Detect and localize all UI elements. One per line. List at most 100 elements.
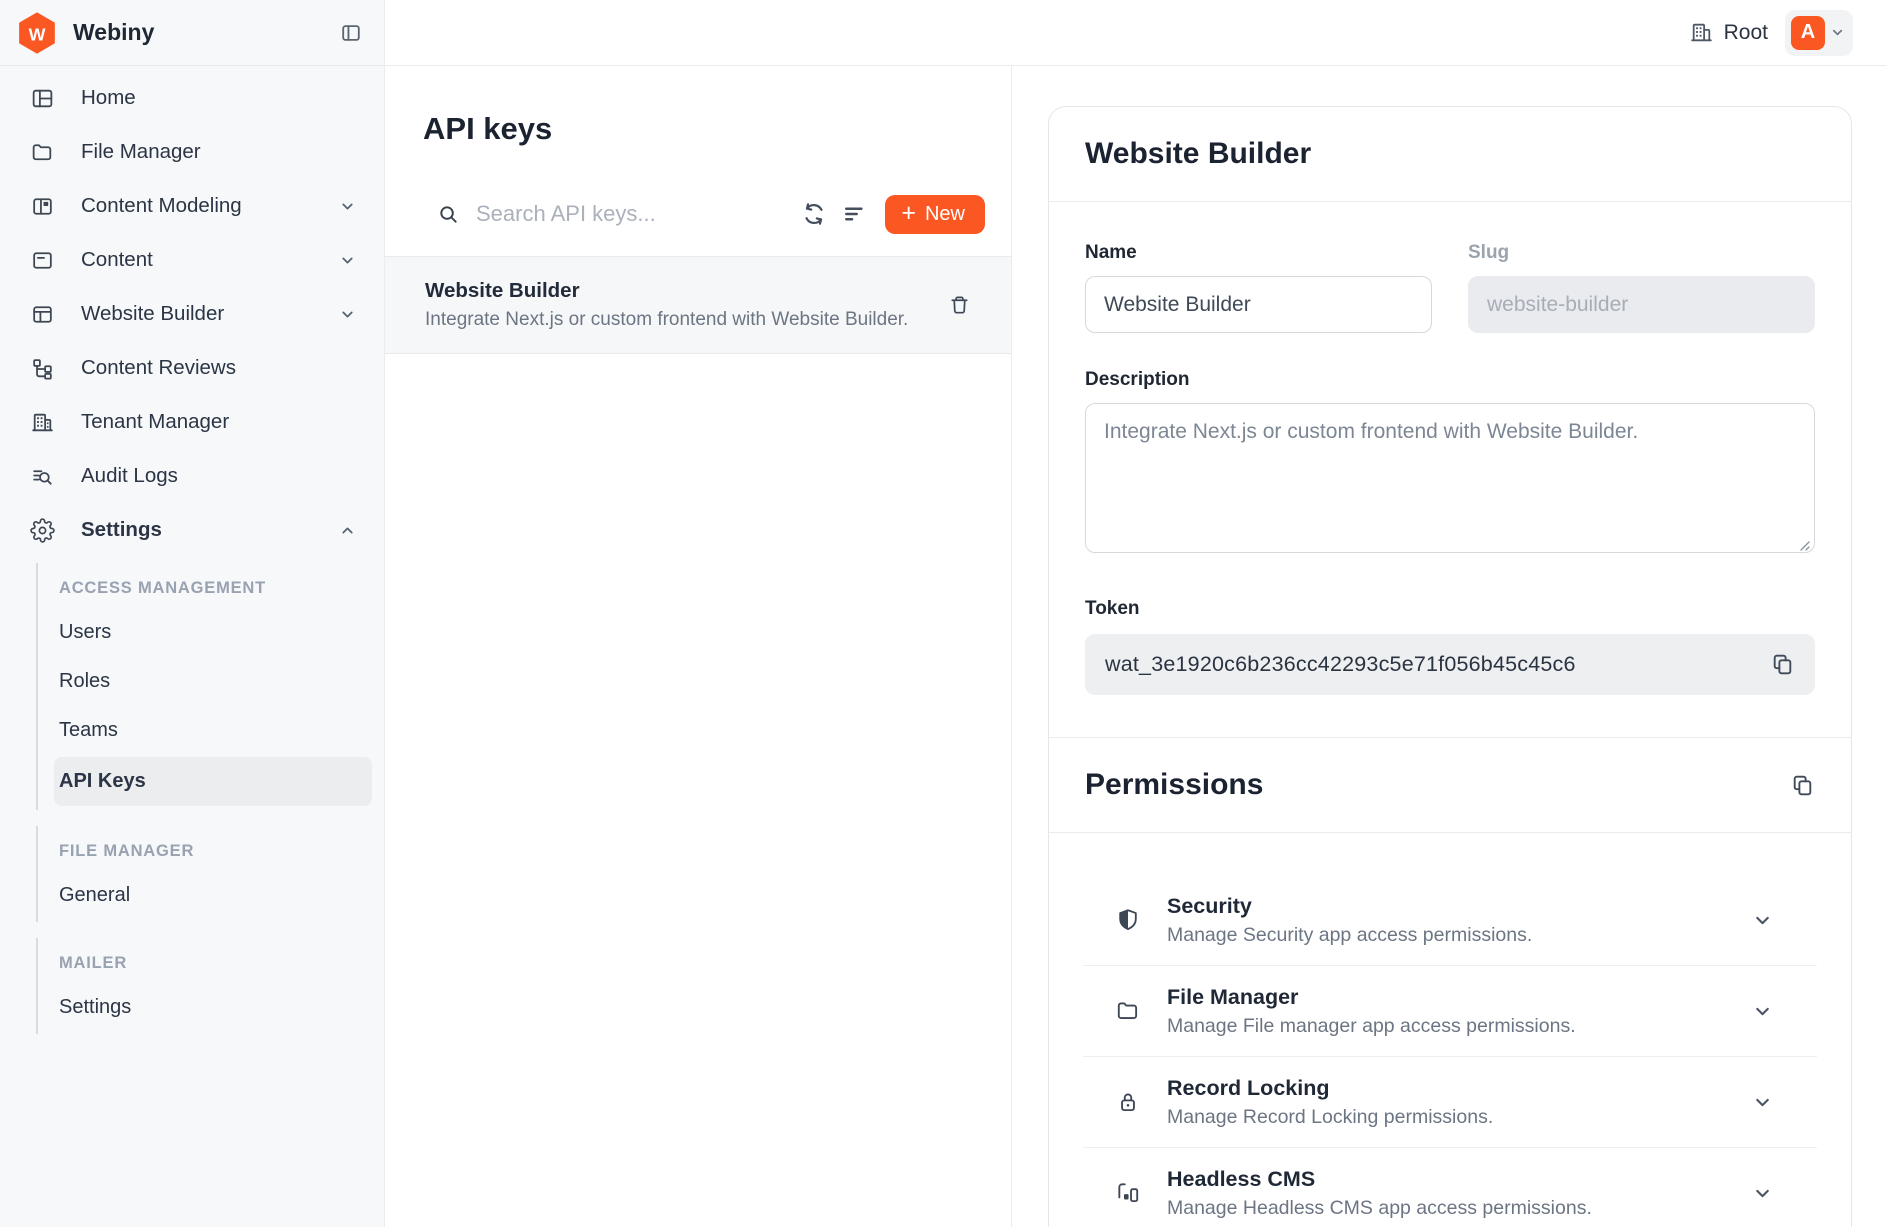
plus-icon: + <box>901 201 916 226</box>
sidebar-item-label: Home <box>81 86 356 110</box>
copy-token-icon[interactable] <box>1770 652 1795 677</box>
name-label: Name <box>1085 242 1432 264</box>
sidebar-item-settings[interactable]: Settings <box>0 503 384 557</box>
section-label: FILE MANAGER <box>38 828 384 871</box>
delete-icon[interactable] <box>948 294 971 317</box>
chevron-down-icon[interactable] <box>1752 1001 1773 1022</box>
permission-text: Security Manage Security app access perm… <box>1167 893 1752 947</box>
svg-text:W: W <box>29 24 46 44</box>
description-field[interactable]: Integrate Next.js or custom frontend wit… <box>1085 403 1815 553</box>
slug-field <box>1468 276 1815 333</box>
permission-row-security[interactable]: Security Manage Security app access perm… <box>1083 875 1817 966</box>
sidebar-item-home[interactable]: Home <box>0 71 384 125</box>
list-item[interactable]: Website Builder Integrate Next.js or cus… <box>385 257 1011 354</box>
sidebar-item-content-modeling[interactable]: Content Modeling <box>0 179 384 233</box>
chevron-down-icon[interactable] <box>1752 1183 1773 1204</box>
permissions-list: Security Manage Security app access perm… <box>1049 833 1851 1227</box>
sidebar: W Webiny Home File Manager <box>0 0 385 1227</box>
user-menu[interactable]: A <box>1785 10 1853 56</box>
description-label: Description <box>1085 369 1815 391</box>
webiny-logo-icon: W <box>16 12 58 54</box>
content-icon <box>30 248 55 273</box>
permission-row-headless-cms[interactable]: Headless CMS Manage Headless CMS app acc… <box>1083 1148 1817 1227</box>
sidebar-item-label: Settings <box>81 518 339 542</box>
sort-icon[interactable] <box>841 200 869 228</box>
home-icon <box>30 86 55 111</box>
sidebar-item-label: Content <box>81 248 339 272</box>
permission-row-record-locking[interactable]: Record Locking Manage Record Locking per… <box>1083 1057 1817 1148</box>
sidebar-collapse-icon[interactable] <box>340 22 362 44</box>
token-value: wat_3e1920c6b236cc42293c5e71f056b45c45c6 <box>1105 652 1770 677</box>
sidebar-item-audit-logs[interactable]: Audit Logs <box>0 449 384 503</box>
sidebar-item-general[interactable]: General <box>38 871 384 920</box>
sidebar-item-mailer-settings[interactable]: Settings <box>38 983 384 1032</box>
api-key-card: Website Builder Name Slug <box>1048 106 1852 1227</box>
permission-description: Manage Record Locking permissions. <box>1167 1105 1752 1129</box>
new-api-key-button[interactable]: + New <box>885 195 985 234</box>
table-icon <box>30 302 55 327</box>
chevron-down-icon[interactable] <box>1752 1092 1773 1113</box>
permission-name: Record Locking <box>1167 1075 1752 1101</box>
sidebar-item-tenant-manager[interactable]: Tenant Manager <box>0 395 384 449</box>
sidebar-item-label: Website Builder <box>81 302 339 326</box>
permission-text: File Manager Manage File manager app acc… <box>1167 984 1752 1038</box>
list-item-text: Website Builder Integrate Next.js or cus… <box>425 278 930 332</box>
sidebar-nav: Home File Manager Content Modeling <box>0 66 384 557</box>
sidebar-item-label: Tenant Manager <box>81 410 356 434</box>
refresh-icon[interactable] <box>800 200 828 228</box>
chevron-down-icon <box>339 252 356 269</box>
sidebar-item-teams[interactable]: Teams <box>38 706 384 755</box>
chevron-down-icon[interactable] <box>1752 910 1773 931</box>
sidebar-item-website-builder[interactable]: Website Builder <box>0 287 384 341</box>
avatar: A <box>1791 16 1825 50</box>
permission-name: File Manager <box>1167 984 1752 1010</box>
sidebar-item-content[interactable]: Content <box>0 233 384 287</box>
sidebar-header: W Webiny <box>0 0 384 66</box>
submenu-section-access-management: ACCESS MANAGEMENT Users Roles Teams API … <box>36 563 384 810</box>
sidebar-item-roles[interactable]: Roles <box>38 657 384 706</box>
tenant-label: Root <box>1724 21 1768 45</box>
list-item-title: Website Builder <box>425 278 930 304</box>
tenant-selector[interactable]: Root <box>1689 20 1768 45</box>
devices-icon <box>1115 1180 1141 1206</box>
page-title: API keys <box>385 66 1011 146</box>
card-form: Name Slug Description Integrate N <box>1049 202 1851 738</box>
new-button-label: New <box>925 203 965 226</box>
slug-label: Slug <box>1468 242 1815 264</box>
search-icon <box>437 203 460 226</box>
sidebar-item-users[interactable]: Users <box>38 608 384 657</box>
api-key-detail-panel: Website Builder Name Slug <box>1012 66 1886 1227</box>
chevron-down-icon <box>1830 25 1845 40</box>
audit-logs-icon <box>30 464 55 489</box>
card-title: Website Builder <box>1085 137 1815 171</box>
building-icon <box>1689 20 1714 45</box>
permission-text: Headless CMS Manage Headless CMS app acc… <box>1167 1166 1752 1220</box>
permission-row-file-manager[interactable]: File Manager Manage File manager app acc… <box>1083 966 1817 1057</box>
section-label: MAILER <box>38 940 384 983</box>
topbar: Root A <box>385 0 1886 66</box>
search-input[interactable] <box>476 201 787 227</box>
chevron-down-icon <box>339 306 356 323</box>
permission-description: Manage File manager app access permissio… <box>1167 1014 1752 1038</box>
permission-text: Record Locking Manage Record Locking per… <box>1167 1075 1752 1129</box>
copy-permissions-icon[interactable] <box>1790 773 1815 798</box>
lock-icon <box>1115 1089 1141 1115</box>
sidebar-item-label: File Manager <box>81 140 356 164</box>
sidebar-item-api-keys[interactable]: API Keys <box>54 757 372 806</box>
search-row: + New <box>385 192 1011 236</box>
token-label: Token <box>1085 598 1815 620</box>
api-keys-list: Website Builder Integrate Next.js or cus… <box>385 256 1011 354</box>
token-block: Token wat_3e1920c6b236cc42293c5e71f056b4… <box>1085 598 1815 695</box>
description-block: Description Integrate Next.js or custom … <box>1085 369 1815 558</box>
content: API keys + New <box>385 66 1886 1227</box>
name-field[interactable] <box>1085 276 1432 333</box>
api-keys-list-panel: API keys + New <box>385 66 1012 1227</box>
content-modeling-icon <box>30 194 55 219</box>
permissions-title: Permissions <box>1085 767 1790 803</box>
sidebar-item-content-reviews[interactable]: Content Reviews <box>0 341 384 395</box>
sidebar-item-file-manager[interactable]: File Manager <box>0 125 384 179</box>
workflow-icon <box>30 356 55 381</box>
permission-description: Manage Headless CMS app access permissio… <box>1167 1196 1752 1220</box>
app-window: W Webiny Home File Manager <box>0 0 1886 1227</box>
card-header: Website Builder <box>1049 107 1851 202</box>
